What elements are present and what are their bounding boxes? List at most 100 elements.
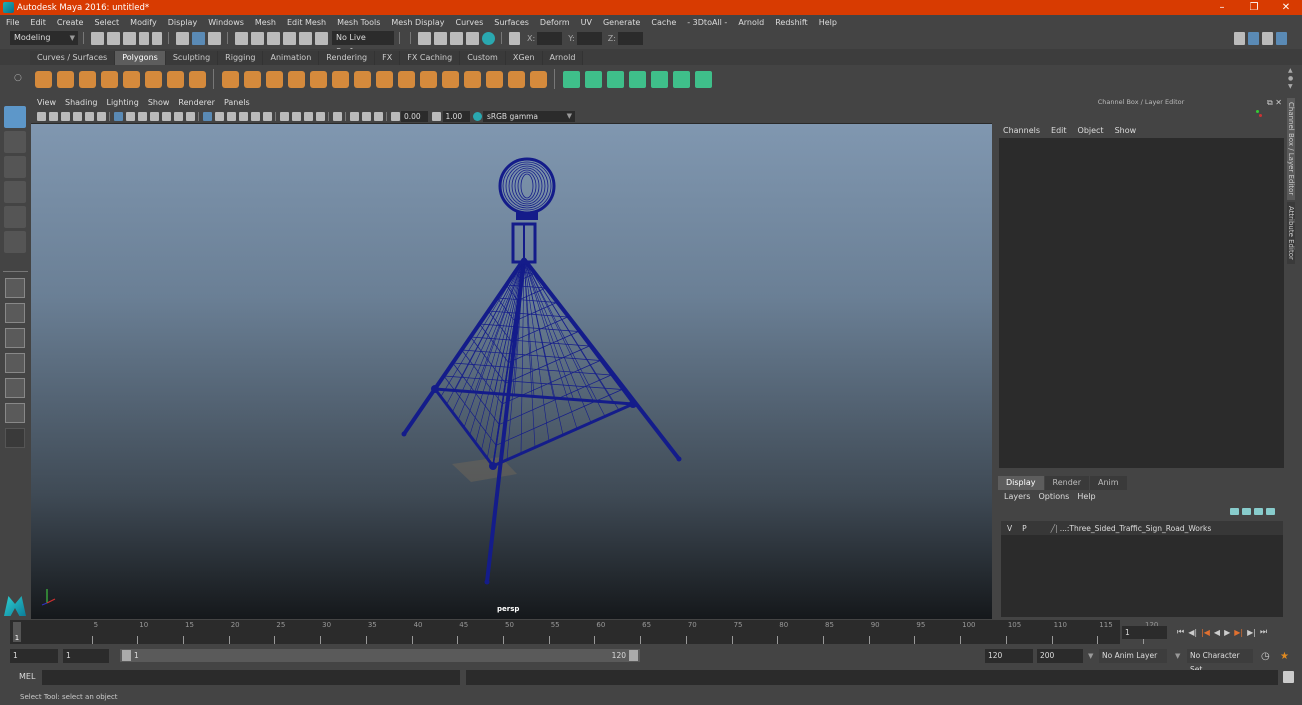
poly-pipe-icon[interactable] [188,70,206,88]
reduce-icon[interactable] [309,70,327,88]
menu-redshift[interactable]: Redshift [775,18,807,27]
live-surface-field[interactable]: No Live Surface [332,31,394,56]
layer-visibility-toggle[interactable]: V [1007,524,1012,533]
layer-tab-render[interactable]: Render [1044,476,1089,490]
bridge-icon[interactable] [397,70,415,88]
smooth-icon[interactable] [287,70,305,88]
automatic-uv-icon[interactable] [628,70,646,88]
command-language-label[interactable]: MEL [19,672,35,681]
menu-generate[interactable]: Generate [603,18,640,27]
snap-curve-icon[interactable] [250,31,264,45]
poly-sphere-icon[interactable] [34,70,52,88]
menu-mesh-display[interactable]: Mesh Display [391,18,444,27]
channel-menu-edit[interactable]: Edit [1051,126,1067,135]
select-component-icon[interactable] [207,31,221,45]
select-object-icon[interactable] [191,31,205,45]
z-field[interactable] [617,31,643,45]
two-side-layout-icon[interactable] [5,328,25,348]
viewport-menu-panels[interactable]: Panels [224,98,250,107]
play-backwards-icon[interactable]: ◀ [1214,628,1220,637]
bookmark-icon[interactable] [60,111,70,121]
menu-modify[interactable]: Modify [130,18,157,27]
menu-arnold[interactable]: Arnold [738,18,764,27]
render-settings-icon[interactable] [465,31,479,45]
time-slider[interactable]: 1 5 10 15 20 25 30 35 40 45 50 55 60 65 70 75 80 85 90 95 1… [10,620,1158,644]
layer-menu-help[interactable]: Help [1077,492,1095,501]
menu-mesh-tools[interactable]: Mesh Tools [337,18,380,27]
depth-of-field-icon[interactable] [315,111,325,121]
tab-channel-box-layer-editor[interactable]: Channel Box / Layer Editor [1287,98,1295,200]
smooth-shade-icon[interactable] [214,111,224,121]
new-scene-icon[interactable] [90,31,104,45]
film-gate-icon[interactable] [125,111,135,121]
save-scene-icon[interactable] [122,31,136,45]
ipr-render-icon[interactable] [449,31,463,45]
image-plane-icon[interactable] [72,111,82,121]
anim-layer-arrow-icon[interactable]: ▼ [1088,652,1093,660]
render-view-icon[interactable] [417,31,431,45]
character-set-arrow-icon[interactable]: ▼ [1175,652,1180,660]
modeling-toolkit-icon[interactable] [1233,32,1245,45]
range-slider[interactable]: 1 120 [120,649,640,662]
float-close-icons[interactable]: ⧉ ✕ [1267,96,1282,109]
cylindrical-uv-icon[interactable] [584,70,602,88]
tool-settings-icon[interactable] [1261,32,1273,45]
color-management-icon[interactable] [472,111,482,121]
planar-uv-icon[interactable] [562,70,580,88]
channel-menu-object[interactable]: Object [1078,126,1104,135]
custom-layout-icon[interactable] [5,428,25,448]
poly-plane-icon[interactable] [122,70,140,88]
menu-select[interactable]: Select [94,18,119,27]
tab-attribute-editor[interactable]: Attribute Editor [1287,202,1295,264]
shelf-tab-xgen[interactable]: XGen [505,51,543,65]
step-back-key-icon[interactable]: |◀ [1201,628,1210,637]
attribute-editor-toggle-icon[interactable] [1247,32,1259,45]
shelf-tab-sculpting[interactable]: Sculpting [165,51,219,65]
animation-end-field[interactable]: 200 [1037,649,1083,663]
grease-pencil-icon[interactable] [96,111,106,121]
layer-row[interactable]: V P ╱| ...:Three_Sided_Traffic_Sign_Road… [1001,521,1283,535]
layer-menu-layers[interactable]: Layers [1004,492,1030,501]
xray-joints-icon[interactable] [361,111,371,121]
merge-icon[interactable] [507,70,525,88]
menu-curves[interactable]: Curves [455,18,483,27]
new-layer-from-selection-icon[interactable] [1265,508,1275,515]
poly-cube-icon[interactable] [56,70,74,88]
hypershade-icon[interactable] [481,31,495,45]
cut-uv-icon[interactable] [694,70,712,88]
move-layer-down-icon[interactable] [1241,508,1251,515]
layer-tab-display[interactable]: Display [998,476,1044,490]
shelf-tab-fx-caching[interactable]: FX Caching [400,51,461,65]
menu-help[interactable]: Help [819,18,837,27]
menu-mesh[interactable]: Mesh [255,18,276,27]
select-hierarchy-icon[interactable] [175,31,189,45]
single-perspective-layout-icon[interactable] [5,278,25,298]
restore-icon[interactable]: ❐ [1238,0,1270,15]
move-layer-up-icon[interactable] [1229,508,1239,515]
undo-icon[interactable] [138,31,149,45]
poly-pyramid-icon[interactable] [166,70,184,88]
magnet-icon[interactable] [314,31,328,45]
wireframe-icon[interactable] [202,111,212,121]
exposure-field[interactable]: 0.00 [401,110,428,122]
shadows-icon[interactable] [262,111,272,121]
shelf-settings-icon[interactable]: ○ [14,73,22,83]
viewport-menu-shading[interactable]: Shading [65,98,98,107]
play-forwards-icon[interactable]: ▶ [1224,628,1230,637]
scale-tool-icon[interactable] [4,231,26,253]
separate-icon[interactable] [243,70,261,88]
viewport-menu-view[interactable]: View [37,98,56,107]
channel-menu-show[interactable]: Show [1115,126,1137,135]
poly-cone-icon[interactable] [100,70,118,88]
layer-tab-anim[interactable]: Anim [1089,476,1127,490]
insert-edge-loop-icon[interactable] [441,70,459,88]
anti-aliasing-icon[interactable] [303,111,313,121]
menu-edit[interactable]: Edit [30,18,46,27]
viewport-menu-lighting[interactable]: Lighting [106,98,138,107]
snap-view-plane-icon[interactable] [282,31,296,45]
channel-menu-channels[interactable]: Channels [1003,126,1040,135]
auto-key-icon[interactable]: ◷ [1261,651,1270,662]
select-tool-icon[interactable] [4,106,26,128]
exposure-icon[interactable] [390,111,400,121]
animation-start-field[interactable]: 1 [10,649,58,663]
